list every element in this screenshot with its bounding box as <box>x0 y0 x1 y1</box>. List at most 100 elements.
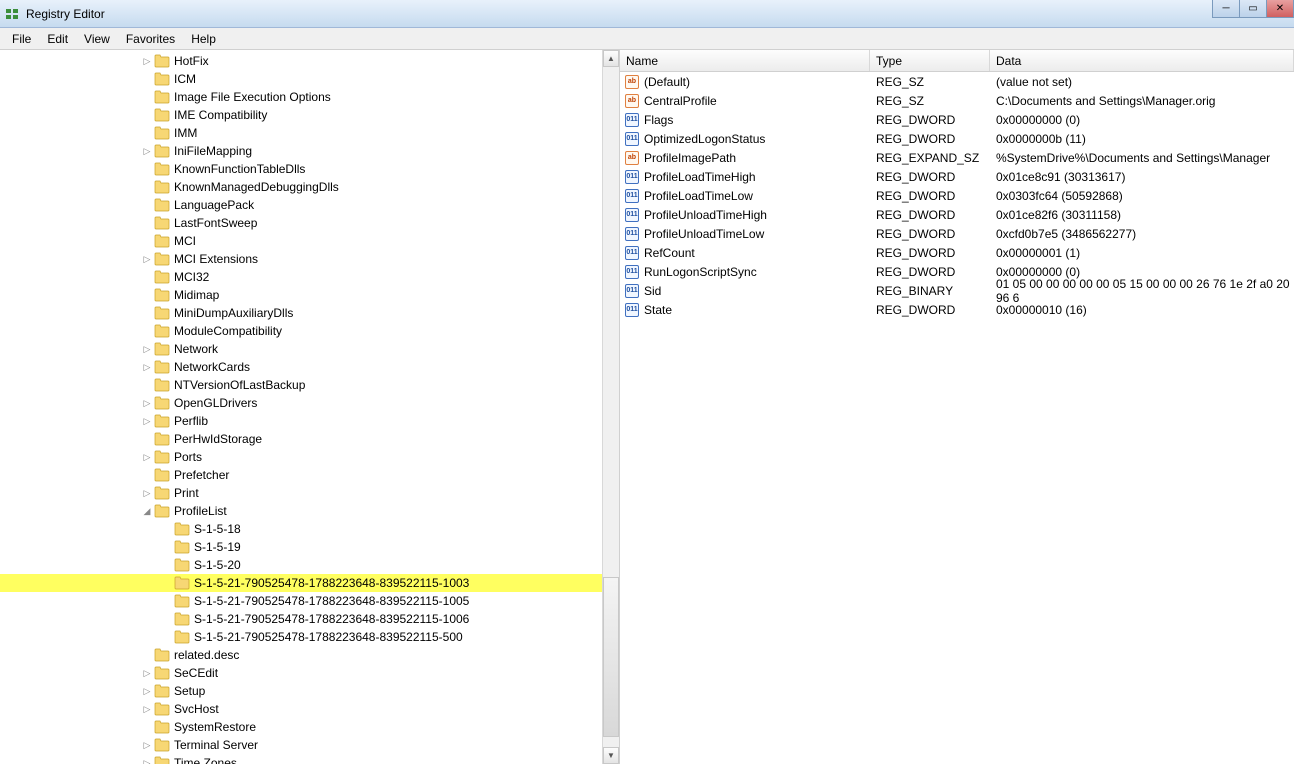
value-name: Sid <box>644 284 661 298</box>
tree-item[interactable]: ▷S-1-5-21-790525478-1788223648-839522115… <box>0 610 619 628</box>
value-row[interactable]: ab(Default)REG_SZ(value not set) <box>620 72 1294 91</box>
expand-icon[interactable]: ▷ <box>140 668 154 679</box>
collapse-icon[interactable]: ◢ <box>140 506 154 517</box>
folder-icon <box>154 180 170 194</box>
expand-icon[interactable]: ▷ <box>140 416 154 427</box>
expand-icon[interactable]: ▷ <box>140 146 154 157</box>
tree-item[interactable]: ▷KnownManagedDebuggingDlls <box>0 178 619 196</box>
tree-item[interactable]: ▷SvcHost <box>0 700 619 718</box>
close-button[interactable]: ✕ <box>1266 0 1294 18</box>
value-row[interactable]: abProfileImagePathREG_EXPAND_SZ%SystemDr… <box>620 148 1294 167</box>
tree-item[interactable]: ▷Terminal Server <box>0 736 619 754</box>
menu-edit[interactable]: Edit <box>39 30 76 48</box>
value-row[interactable]: 011ProfileLoadTimeHighREG_DWORD0x01ce8c9… <box>620 167 1294 186</box>
column-type[interactable]: Type <box>870 50 990 71</box>
tree-item[interactable]: ▷Network <box>0 340 619 358</box>
tree-item[interactable]: ▷Image File Execution Options <box>0 88 619 106</box>
tree-item[interactable]: ▷LanguagePack <box>0 196 619 214</box>
tree-item[interactable]: ▷S-1-5-20 <box>0 556 619 574</box>
tree-item[interactable]: ▷SeCEdit <box>0 664 619 682</box>
expand-icon[interactable]: ▷ <box>140 56 154 67</box>
menu-help[interactable]: Help <box>183 30 224 48</box>
minimize-button[interactable]: ─ <box>1212 0 1240 18</box>
menu-file[interactable]: File <box>4 30 39 48</box>
value-row[interactable]: 011OptimizedLogonStatusREG_DWORD0x000000… <box>620 129 1294 148</box>
tree-item[interactable]: ▷ NetworkCards <box>0 358 619 376</box>
tree-item[interactable]: ▷MCI32 <box>0 268 619 286</box>
value-row[interactable]: 011SidREG_BINARY01 05 00 00 00 00 00 05 … <box>620 281 1294 300</box>
tree-item[interactable]: ▷KnownFunctionTableDlls <box>0 160 619 178</box>
tree-item[interactable]: ◢ProfileList <box>0 502 619 520</box>
tree-item[interactable]: ▷ICM <box>0 70 619 88</box>
tree-item[interactable]: ▷IniFileMapping <box>0 142 619 160</box>
tree-panel[interactable]: ▷HotFix▷ICM▷Image File Execution Options… <box>0 50 620 764</box>
tree-item-label: NetworkCards <box>174 360 250 374</box>
tree-item[interactable]: ▷IMM <box>0 124 619 142</box>
tree-item[interactable]: ▷related.desc <box>0 646 619 664</box>
menu-view[interactable]: View <box>76 30 118 48</box>
value-row[interactable]: 011FlagsREG_DWORD0x00000000 (0) <box>620 110 1294 129</box>
value-row[interactable]: 011RefCountREG_DWORD0x00000001 (1) <box>620 243 1294 262</box>
value-data: 0x0000000b (11) <box>990 132 1294 146</box>
binary-value-icon: 011 <box>624 188 640 204</box>
expand-icon[interactable]: ▷ <box>140 758 154 764</box>
maximize-button[interactable]: ▭ <box>1239 0 1267 18</box>
value-data: 0x00000001 (1) <box>990 246 1294 260</box>
tree-item-label: IME Compatibility <box>174 108 267 122</box>
expand-icon[interactable]: ▷ <box>140 452 154 463</box>
value-row[interactable]: 011StateREG_DWORD0x00000010 (16) <box>620 300 1294 319</box>
tree-item-label: S-1-5-18 <box>194 522 241 536</box>
tree-item[interactable]: ▷IME Compatibility <box>0 106 619 124</box>
values-panel[interactable]: Name Type Data ab(Default)REG_SZ(value n… <box>620 50 1294 764</box>
tree-item[interactable]: ▷MCI <box>0 232 619 250</box>
value-row[interactable]: 011ProfileUnloadTimeLowREG_DWORD0xcfd0b7… <box>620 224 1294 243</box>
expand-icon[interactable]: ▷ <box>140 488 154 499</box>
scroll-thumb[interactable] <box>603 577 619 737</box>
folder-icon <box>174 540 190 554</box>
tree-item-label: ModuleCompatibility <box>174 324 282 338</box>
menu-favorites[interactable]: Favorites <box>118 30 183 48</box>
tree-item[interactable]: ▷Time Zones <box>0 754 619 764</box>
tree-item[interactable]: ▷S-1-5-19 <box>0 538 619 556</box>
tree-item-label: Perflib <box>174 414 208 428</box>
tree-item[interactable]: ▷LastFontSweep <box>0 214 619 232</box>
tree-item-label: S-1-5-20 <box>194 558 241 572</box>
value-row[interactable]: 011ProfileUnloadTimeHighREG_DWORD0x01ce8… <box>620 205 1294 224</box>
expand-icon[interactable]: ▷ <box>140 740 154 751</box>
tree-item[interactable]: ▷Prefetcher <box>0 466 619 484</box>
tree-item[interactable]: ▷HotFix <box>0 52 619 70</box>
tree-item[interactable]: ▷OpenGLDrivers <box>0 394 619 412</box>
tree-item[interactable]: ▷MiniDumpAuxiliaryDlls <box>0 304 619 322</box>
tree-item[interactable]: ▷MCI Extensions <box>0 250 619 268</box>
tree-item[interactable]: ▷S-1-5-21-790525478-1788223648-839522115… <box>0 628 619 646</box>
binary-value-icon: 011 <box>624 264 640 280</box>
tree-item[interactable]: ▷ Perflib <box>0 412 619 430</box>
tree-item[interactable]: ▷Midimap <box>0 286 619 304</box>
tree-item[interactable]: ▷NTVersionOfLastBackup <box>0 376 619 394</box>
tree-item[interactable]: ▷S-1-5-18 <box>0 520 619 538</box>
tree-item[interactable]: ▷Ports <box>0 448 619 466</box>
tree-item[interactable]: ▷ModuleCompatibility <box>0 322 619 340</box>
expand-icon[interactable]: ▷ <box>140 704 154 715</box>
tree-scrollbar[interactable]: ▲ ▼ <box>602 50 619 764</box>
value-row[interactable]: 011ProfileLoadTimeLowREG_DWORD0x0303fc64… <box>620 186 1294 205</box>
tree-item[interactable]: ▷PerHwIdStorage <box>0 430 619 448</box>
expand-icon[interactable]: ▷ <box>140 398 154 409</box>
column-data[interactable]: Data <box>990 50 1294 71</box>
folder-icon <box>174 630 190 644</box>
expand-icon[interactable]: ▷ <box>140 344 154 355</box>
scroll-up-icon[interactable]: ▲ <box>603 50 619 67</box>
value-row[interactable]: abCentralProfileREG_SZC:\Documents and S… <box>620 91 1294 110</box>
tree-item[interactable]: ▷Print <box>0 484 619 502</box>
tree-item-label: Midimap <box>174 288 219 302</box>
expand-icon[interactable]: ▷ <box>140 254 154 265</box>
expand-icon[interactable]: ▷ <box>140 686 154 697</box>
folder-icon <box>174 522 190 536</box>
tree-item[interactable]: ▷SystemRestore <box>0 718 619 736</box>
tree-item[interactable]: ▷S-1-5-21-790525478-1788223648-839522115… <box>0 592 619 610</box>
tree-item[interactable]: ▷S-1-5-21-790525478-1788223648-839522115… <box>0 574 619 592</box>
column-name[interactable]: Name <box>620 50 870 71</box>
expand-icon[interactable]: ▷ <box>140 362 154 373</box>
tree-item[interactable]: ▷Setup <box>0 682 619 700</box>
scroll-down-icon[interactable]: ▼ <box>603 747 619 764</box>
